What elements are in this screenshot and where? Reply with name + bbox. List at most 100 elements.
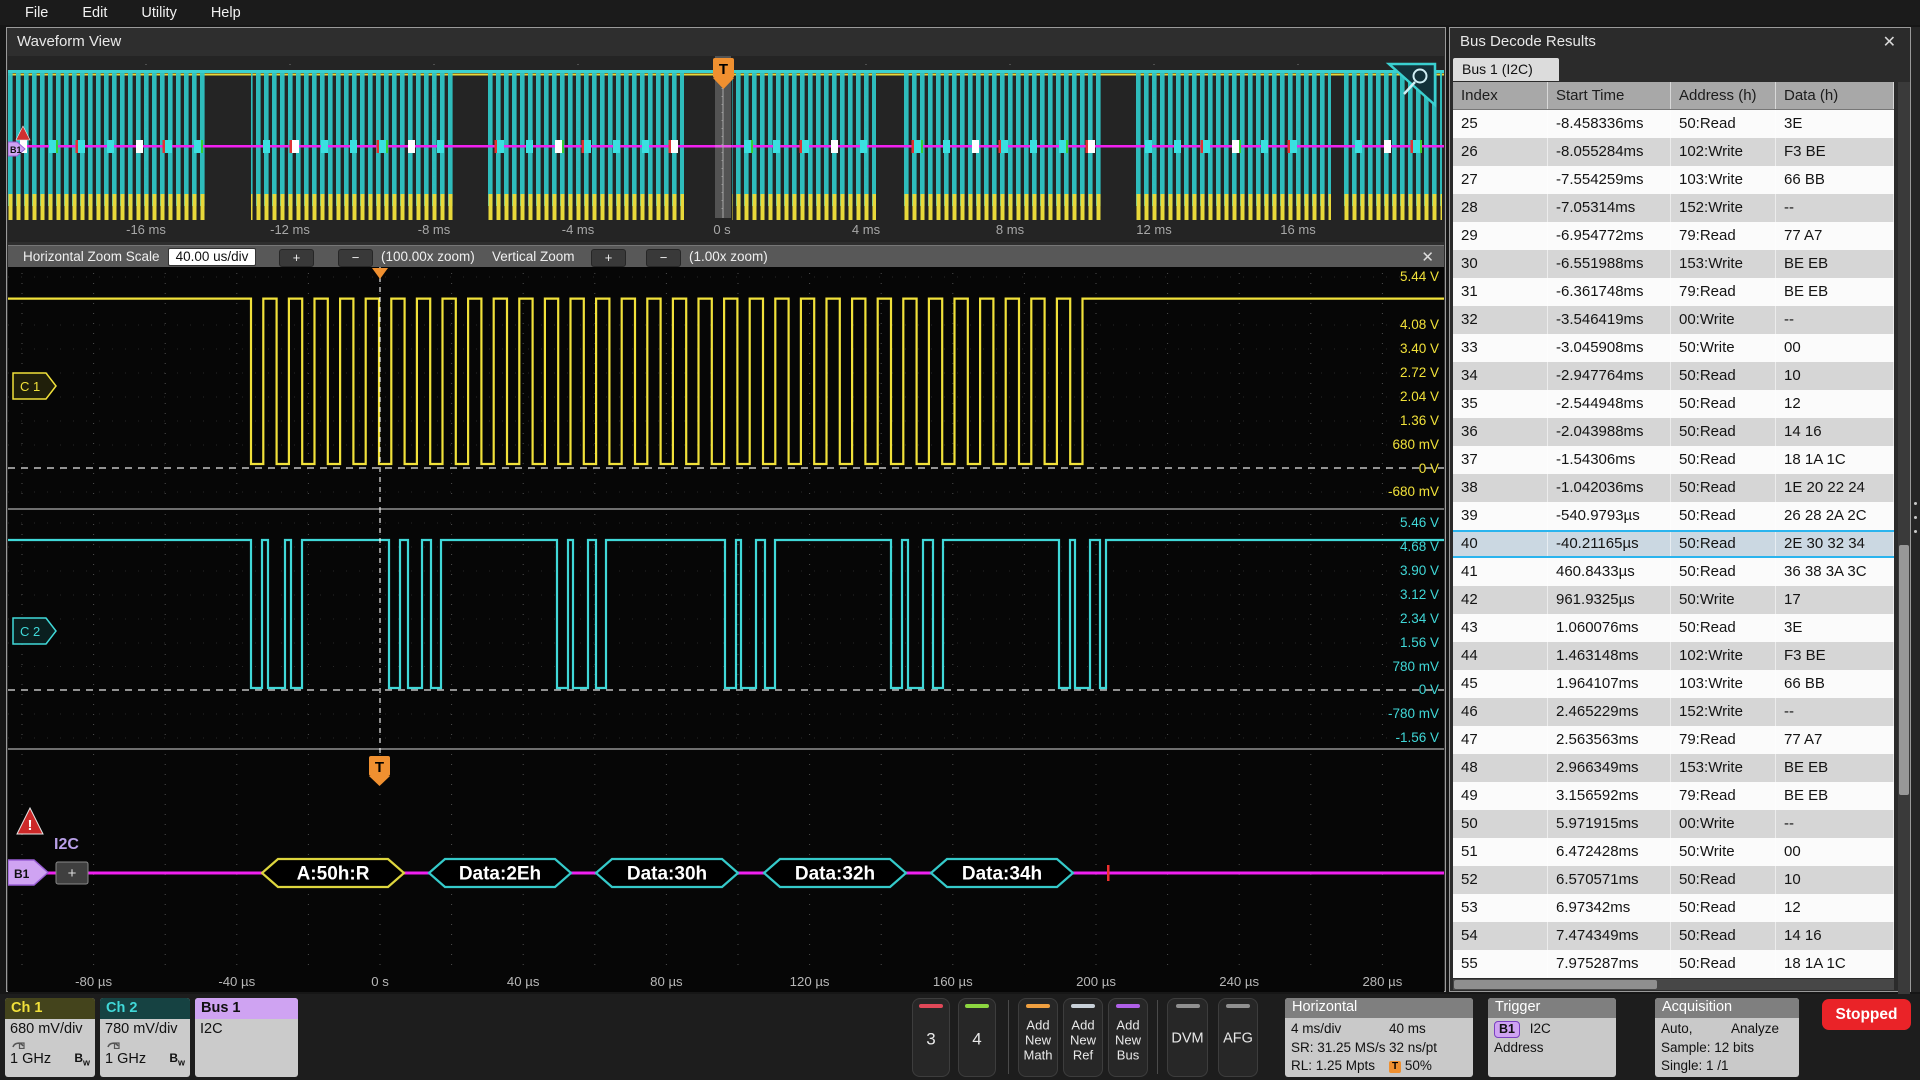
table-cell: 26 <box>1453 138 1548 166</box>
table-row[interactable]: 536.97342ms50:Read12 <box>1453 894 1894 922</box>
table-row[interactable]: 39-540.9793µs50:Read26 28 2A 2C <box>1453 502 1894 530</box>
table-cell: -2.544948ms <box>1548 390 1671 418</box>
horizontal-panel[interactable]: Horizontal 4 ms/div40 msSR: 31.25 MS/s32… <box>1285 998 1473 1077</box>
v-zoom-plus-button[interactable]: + <box>591 249 626 267</box>
bandwidth-limit-label: Bw <box>169 1051 185 1067</box>
table-cell: 39 <box>1453 502 1548 530</box>
close-icon[interactable]: ✕ <box>1883 32 1896 52</box>
stopped-button[interactable]: Stopped <box>1822 999 1911 1030</box>
dvm-button[interactable]: DVM <box>1167 998 1208 1077</box>
add-new-math-button[interactable]: AddNewMath <box>1018 998 1058 1077</box>
column-header: Data (h) <box>1776 82 1894 109</box>
table-cell: 18 1A 1C <box>1776 446 1894 474</box>
table-row[interactable]: 30-6.551988ms153:WriteBE EB <box>1453 250 1894 278</box>
table-row[interactable]: 547.474349ms50:Read14 16 <box>1453 922 1894 950</box>
table-cell: 6.472428ms <box>1548 838 1671 866</box>
menu-item-help[interactable]: Help <box>211 5 241 21</box>
table-cell: 102:Write <box>1671 642 1776 670</box>
table-row[interactable]: 27-7.554259ms103:Write66 BB <box>1453 166 1894 194</box>
table-cell: F3 BE <box>1776 642 1894 670</box>
horizontal-value-left: SR: 31.25 MS/s <box>1291 1039 1389 1058</box>
table-row[interactable]: 28-7.05314ms152:Write-- <box>1453 194 1894 222</box>
zoom-close-icon[interactable]: ✕ <box>1421 248 1434 266</box>
table-row[interactable]: 36-2.043988ms50:Read14 16 <box>1453 418 1894 446</box>
table-cell: 26 28 2A 2C <box>1776 502 1894 530</box>
table-cell: 12 <box>1776 894 1894 922</box>
horizontal-zoom-scale-input[interactable]: 40.00 us/div <box>168 248 256 266</box>
waveform-overview[interactable]: -16 ms-12 ms-8 ms-4 ms0 s4 ms8 ms12 ms16… <box>8 56 1444 242</box>
bus1-bottom-badge[interactable]: Bus 1I2C <box>195 998 298 1077</box>
add-new-ref-button[interactable]: AddNewRef <box>1063 998 1103 1077</box>
channel-badge-1[interactable]: Ch 1680 mV/div1 GHzBw <box>5 998 95 1077</box>
table-row[interactable]: 42961.9325µs50:Write17 <box>1453 586 1894 614</box>
table-row[interactable]: 25-8.458336ms50:Read3E <box>1453 110 1894 138</box>
table-cell: 50:Read <box>1671 950 1776 978</box>
table-row[interactable]: 32-3.546419ms00:Write-- <box>1453 306 1894 334</box>
channel-badge-2[interactable]: Ch 2780 mV/div1 GHzBw <box>100 998 190 1077</box>
table-row[interactable]: 526.570571ms50:Read10 <box>1453 866 1894 894</box>
panel-resize-handle[interactable] <box>1911 27 1920 992</box>
channel1-waveform: C 1 <box>8 267 1444 508</box>
table-cell: 153:Write <box>1671 754 1776 782</box>
decode-label: Data:32h <box>795 864 875 885</box>
tab-bus1-i2c[interactable]: Bus 1 (I2C) <box>1453 58 1559 81</box>
horizontal-scrollbar[interactable] <box>1453 979 1894 990</box>
button-stripe <box>965 1004 989 1008</box>
channel3-button[interactable]: 3 <box>912 998 950 1077</box>
overview-time-label: 12 ms <box>1136 222 1172 237</box>
table-row[interactable]: 557.975287ms50:Read18 1A 1C <box>1453 950 1894 978</box>
acq-sample: Sample: 12 bits <box>1661 1039 1793 1058</box>
channel4-button[interactable]: 4 <box>958 998 996 1077</box>
table-row[interactable]: 505.971915ms00:Write-- <box>1453 810 1894 838</box>
add-new-bus-button[interactable]: AddNewBus <box>1108 998 1148 1077</box>
h-zoom-minus-button[interactable]: − <box>338 249 373 267</box>
table-row[interactable]: 29-6.954772ms79:Read77 A7 <box>1453 222 1894 250</box>
table-row[interactable]: 33-3.045908ms50:Write00 <box>1453 334 1894 362</box>
menu-item-file[interactable]: File <box>25 5 48 21</box>
acquisition-panel[interactable]: Acquisition Auto, Analyze Sample: 12 bit… <box>1655 998 1799 1077</box>
zoomed-waveform-area[interactable]: C 1 C 2 -80 µs-40 µs0 s40 µs80 µs120 µs1… <box>8 267 1444 992</box>
svg-text:C 2: C 2 <box>20 624 40 639</box>
table-cell: BE EB <box>1776 250 1894 278</box>
table-cell: -6.954772ms <box>1548 222 1671 250</box>
channel-badge-body: 680 mV/div1 GHzBw <box>5 1019 95 1069</box>
waveform-view-title: Waveform View <box>17 33 121 50</box>
afg-button[interactable]: AFG <box>1218 998 1258 1077</box>
table-row[interactable]: 26-8.055284ms102:WriteF3 BE <box>1453 138 1894 166</box>
table-row[interactable]: 451.964107ms103:Write66 BB <box>1453 670 1894 698</box>
table-row[interactable]: 38-1.042036ms50:Read1E 20 22 24 <box>1453 474 1894 502</box>
button-stripe <box>919 1004 943 1008</box>
table-row[interactable]: 34-2.947764ms50:Read10 <box>1453 362 1894 390</box>
table-row[interactable]: 31-6.361748ms79:ReadBE EB <box>1453 278 1894 306</box>
zoom-time-label: 160 µs <box>933 974 973 989</box>
table-row[interactable]: 431.060076ms50:Read3E <box>1453 614 1894 642</box>
table-cell: 55 <box>1453 950 1548 978</box>
vertical-scrollbar-thumb[interactable] <box>1899 545 1909 795</box>
zoom-time-label: 0 s <box>371 974 389 989</box>
table-cell: 44 <box>1453 642 1548 670</box>
table-row[interactable]: 516.472428ms50:Write00 <box>1453 838 1894 866</box>
bandwidth-limit-label: Bw <box>74 1051 90 1067</box>
table-row[interactable]: 441.463148ms102:WriteF3 BE <box>1453 642 1894 670</box>
table-cell: 49 <box>1453 782 1548 810</box>
table-row[interactable]: 35-2.544948ms50:Read12 <box>1453 390 1894 418</box>
trigger-panel[interactable]: Trigger B1 I2C Address <box>1488 998 1616 1077</box>
results-panel-title: Bus Decode Results <box>1460 33 1596 50</box>
table-cell: 79:Read <box>1671 222 1776 250</box>
table-row[interactable]: 472.563563ms79:Read77 A7 <box>1453 726 1894 754</box>
table-row[interactable]: 493.156592ms79:ReadBE EB <box>1453 782 1894 810</box>
table-cell: 7.975287ms <box>1548 950 1671 978</box>
horizontal-scrollbar-thumb[interactable] <box>1454 980 1657 989</box>
menu-item-edit[interactable]: Edit <box>82 5 107 21</box>
table-row[interactable]: 482.966349ms153:WriteBE EB <box>1453 754 1894 782</box>
table-row[interactable]: 37-1.54306ms50:Read18 1A 1C <box>1453 446 1894 474</box>
table-row[interactable]: 41460.8433µs50:Read36 38 3A 3C <box>1453 558 1894 586</box>
table-row[interactable]: 462.465229ms152:Write-- <box>1453 698 1894 726</box>
menu-item-utility[interactable]: Utility <box>141 5 176 21</box>
table-cell: -3.045908ms <box>1548 334 1671 362</box>
vertical-scrollbar[interactable] <box>1898 82 1910 1006</box>
svg-text:T: T <box>375 759 384 776</box>
h-zoom-plus-button[interactable]: + <box>279 249 314 267</box>
table-row[interactable]: 40-40.21165µs50:Read2E 30 32 34 <box>1453 530 1894 558</box>
v-zoom-minus-button[interactable]: − <box>646 249 681 267</box>
